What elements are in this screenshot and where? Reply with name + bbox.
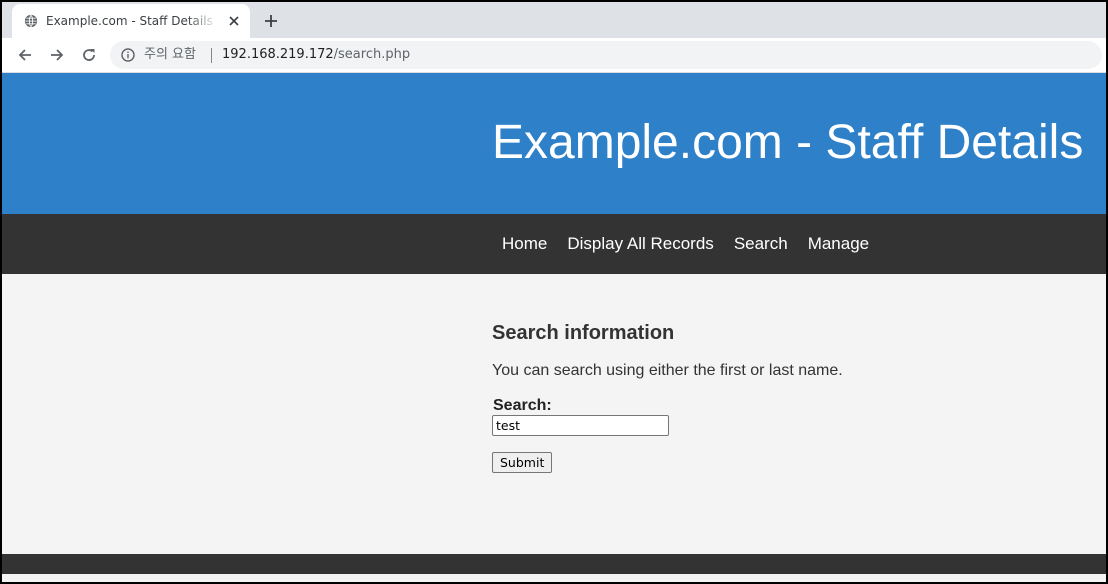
url-path: /search.php <box>333 47 411 62</box>
section-description: You can search using either the first or… <box>492 362 843 379</box>
site-title: Example.com - Staff Details <box>492 116 1084 169</box>
search-input[interactable] <box>492 415 669 436</box>
info-icon[interactable] <box>121 48 135 62</box>
section-heading: Search information <box>492 322 675 344</box>
arrow-left-icon[interactable] <box>13 43 37 67</box>
browser-window: Example.com - Staff Details - Web <box>0 0 1108 584</box>
search-form: Search: Submit <box>492 397 1092 473</box>
nav-search-link[interactable]: Search <box>724 214 798 274</box>
nav-home-link[interactable]: Home <box>492 214 557 274</box>
submit-button[interactable]: Submit <box>492 452 553 473</box>
tab-strip: Example.com - Staff Details - Web <box>2 2 1106 38</box>
search-label: Search: <box>493 397 552 414</box>
tab-title: Example.com - Staff Details - Web <box>46 14 218 28</box>
browser-toolbar: 주의 요함 192.168.219.172/search.php <box>2 38 1106 73</box>
nav-manage-link[interactable]: Manage <box>798 214 879 274</box>
address-bar[interactable]: 주의 요함 192.168.219.172/search.php <box>110 41 1102 69</box>
arrow-right-icon[interactable] <box>45 43 69 67</box>
nav-display-all-records-link[interactable]: Display All Records <box>557 214 723 274</box>
address-separator <box>211 48 212 63</box>
site-header: Example.com - Staff Details <box>2 73 1106 214</box>
page-viewport: Example.com - Staff Details Home Display… <box>2 73 1106 582</box>
search-section: Search information You can search using … <box>492 321 1092 473</box>
site-footer <box>2 554 1106 574</box>
security-status-label[interactable]: 주의 요함 <box>144 47 196 63</box>
site-nav: Home Display All Records Search Manage <box>2 214 1106 274</box>
browser-tab[interactable]: Example.com - Staff Details - Web <box>12 4 250 38</box>
plus-icon[interactable] <box>258 8 284 34</box>
globe-icon <box>24 14 38 28</box>
url-host: 192.168.219.172 <box>222 47 334 62</box>
close-icon[interactable] <box>226 13 242 29</box>
url-text[interactable]: 192.168.219.172/search.php <box>222 47 410 63</box>
reload-icon[interactable] <box>77 43 101 67</box>
